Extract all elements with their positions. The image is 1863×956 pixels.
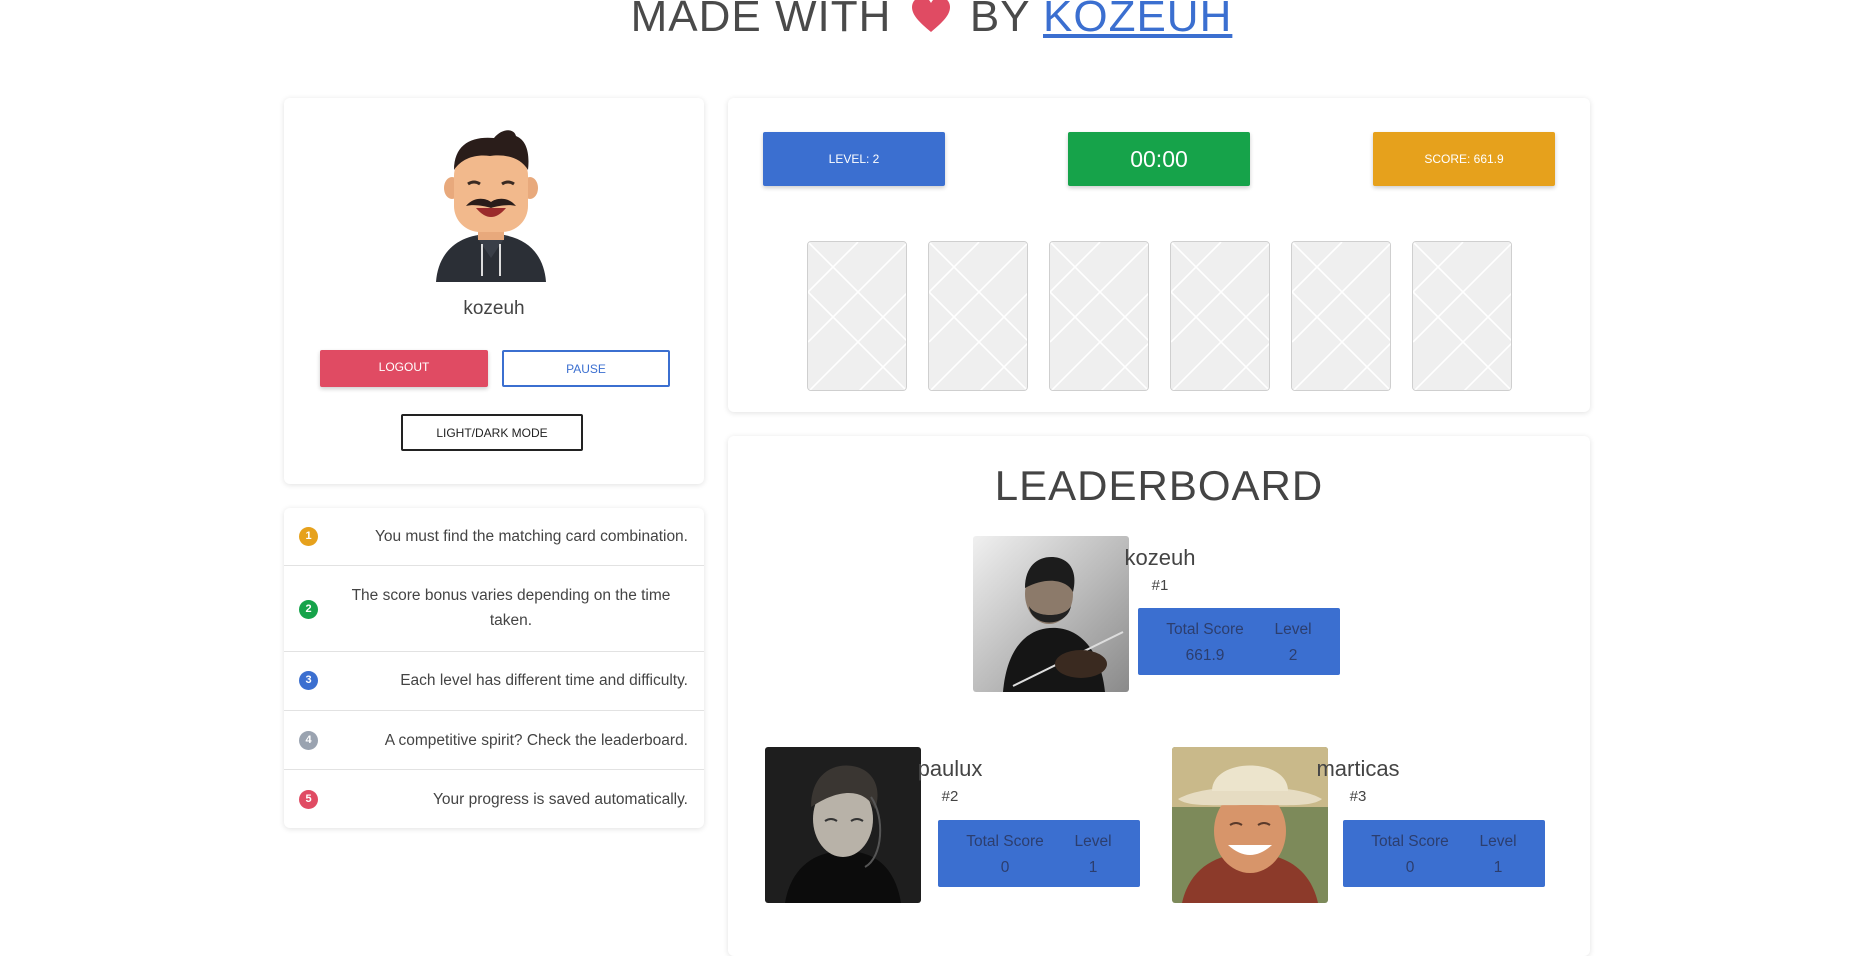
total-score-value: 661.9: [1185, 647, 1225, 664]
rule-text: The score bonus varies depending on the …: [351, 587, 671, 629]
pause-button[interactable]: PAUSE: [502, 350, 670, 387]
timer-display: 00:00: [1068, 132, 1250, 186]
level-value: 2: [1288, 647, 1298, 664]
face-down-card[interactable]: [1291, 241, 1391, 391]
face-down-card[interactable]: [1049, 241, 1149, 391]
page-header: MADE WITH BY KOZEUH: [0, 0, 1863, 44]
avatar: [432, 126, 550, 282]
face-down-card[interactable]: [928, 241, 1028, 391]
face-down-card[interactable]: [807, 241, 907, 391]
total-score-label: Total Score: [966, 833, 1044, 850]
leaderboard-panel: LEADERBOARD kozeuh #1 Total Score 661.9: [728, 436, 1590, 956]
rule-number-badge: 2: [299, 600, 318, 619]
player-name: paulux: [917, 756, 983, 781]
game-panel: LEVEL: 2 00:00 SCORE: 661.9: [728, 98, 1590, 412]
rule-number-badge: 1: [299, 527, 318, 546]
rule-number-badge: 4: [299, 731, 318, 750]
player-stats-box: Total Score 0 Level 1: [1343, 820, 1545, 887]
profile-card: kozeuh LOGOUT PAUSE LIGHT/DARK MODE: [284, 98, 704, 484]
total-score-value: 0: [1405, 859, 1415, 876]
list-item: 1 You must find the matching card combin…: [284, 508, 704, 566]
logout-button[interactable]: LOGOUT: [320, 350, 488, 387]
rule-text: Your progress is saved automatically.: [432, 791, 688, 808]
level-label: Level: [1274, 621, 1312, 638]
list-item: 4 A competitive spirit? Check the leader…: [284, 711, 704, 770]
player-stats-box: Total Score 661.9 Level 2: [1138, 608, 1340, 675]
list-item: 5 Your progress is saved automatically.: [284, 770, 704, 828]
rule-text: You must find the matching card combinat…: [374, 528, 688, 545]
total-score-label: Total Score: [1371, 833, 1449, 850]
header-prefix: MADE WITH: [630, 0, 892, 41]
player-rank: #3: [1349, 788, 1367, 805]
level-value: 1: [1088, 859, 1098, 876]
rule-text: A competitive spirit? Check the leaderbo…: [384, 732, 688, 749]
author-link[interactable]: KOZEUH: [1043, 0, 1232, 41]
player-name: kozeuh: [1124, 545, 1196, 570]
rule-number-badge: 5: [299, 790, 318, 809]
header-by: BY: [969, 0, 1030, 41]
rule-text: Each level has different time and diffic…: [400, 672, 688, 689]
light-dark-mode-button[interactable]: LIGHT/DARK MODE: [401, 414, 583, 451]
player-rank: #1: [1151, 577, 1169, 594]
player-stats-box: Total Score 0 Level 1: [938, 820, 1140, 887]
level-value: 1: [1493, 859, 1503, 876]
list-item: 2 The score bonus varies depending on th…: [284, 566, 704, 652]
score-badge: SCORE: 661.9: [1373, 132, 1555, 186]
face-down-card[interactable]: [1412, 241, 1512, 391]
face-down-card[interactable]: [1170, 241, 1270, 391]
heart-icon: [911, 0, 951, 44]
level-label: Level: [1479, 833, 1517, 850]
rules-list: 1 You must find the matching card combin…: [284, 508, 704, 828]
total-score-value: 0: [1000, 859, 1010, 876]
rule-number-badge: 3: [299, 671, 318, 690]
level-badge: LEVEL: 2: [763, 132, 945, 186]
level-label: Level: [1074, 833, 1112, 850]
leaderboard-title: LEADERBOARD: [994, 462, 1324, 509]
username: kozeuh: [463, 298, 525, 319]
total-score-label: Total Score: [1166, 621, 1244, 638]
list-item: 3 Each level has different time and diff…: [284, 652, 704, 711]
player-name: marticas: [1316, 756, 1400, 781]
player-rank: #2: [941, 788, 959, 805]
